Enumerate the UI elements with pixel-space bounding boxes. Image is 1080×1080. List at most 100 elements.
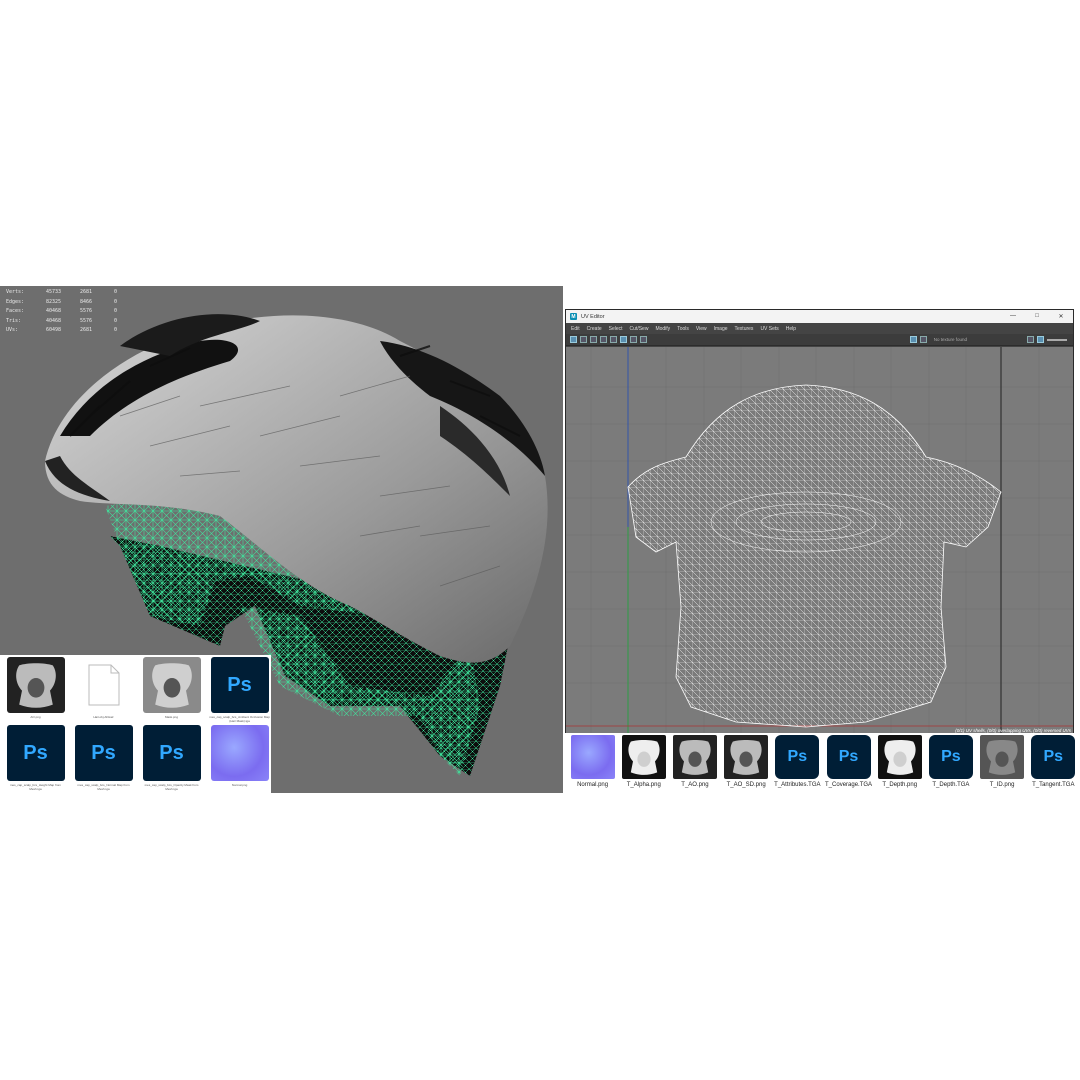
file-thumbnail[interactable]: Ps mes_cap_scalp_bcs_Opacity Mask from Me… (138, 725, 205, 793)
minimize-button[interactable]: — (1001, 313, 1025, 320)
ps-label: Ps (23, 741, 48, 764)
menu-item-tools[interactable]: Tools (677, 326, 689, 332)
photoshop-icon: Ps (210, 657, 269, 713)
file-name: T_Coverage.TGA (825, 782, 873, 788)
exposure-slider[interactable] (1047, 338, 1067, 341)
uv-editor-toolbar: No texture found (566, 334, 1073, 346)
file-thumbnail[interactable]: Ps T_Depth.TGA (925, 733, 976, 793)
uv-grid-icon[interactable] (610, 336, 617, 343)
close-button[interactable]: ✕ (1049, 313, 1073, 320)
ao-map-icon (672, 735, 717, 779)
file-name: Normal.png (231, 783, 248, 787)
uv-editor-titlebar[interactable]: M UV Editor — □ ✕ (566, 310, 1073, 323)
file-name: T_Depth.TGA (932, 782, 970, 788)
file-thumbnail[interactable]: Ps mes_cap_scalp_bcs_Normal Map from Mesh… (70, 725, 137, 793)
menu-item-view[interactable]: View (696, 326, 707, 332)
uv-select-tool-icon[interactable] (570, 336, 577, 343)
menu-item-cutsew[interactable]: Cut/Sew (630, 326, 649, 332)
gamma-icon[interactable] (1037, 336, 1044, 343)
normal-map-icon (210, 725, 269, 781)
file-thumbnail[interactable]: Ps T_Tangent.TGA (1028, 733, 1079, 793)
photoshop-icon: Ps (928, 735, 973, 779)
photoshop-icon: Ps (1031, 735, 1076, 779)
file-name: mes_cap_scalp_bcs_Ambient Occlusion Map … (209, 715, 270, 723)
ps-label: Ps (787, 748, 808, 765)
file-thumbnail[interactable]: Normal.png (567, 733, 618, 793)
uv-checker-icon[interactable] (630, 336, 637, 343)
file-thumbnail[interactable]: Ps mes_cap_scalp_bcs_Ambient Occlusion Ma… (206, 657, 273, 725)
uv-layout (566, 347, 1073, 733)
uv-snapshot-icon[interactable] (640, 336, 647, 343)
ao-map-icon (724, 735, 769, 779)
hud-label: Edges: (6, 298, 25, 305)
file-name: Normal.png (577, 782, 609, 788)
file-thumbnail[interactable]: T_AO.png (669, 733, 720, 793)
alpha-map-icon (877, 735, 922, 779)
menu-item-image[interactable]: Image (714, 326, 728, 332)
uv-component-tool-icon[interactable] (590, 336, 597, 343)
menu-item-textures[interactable]: Textures (735, 326, 754, 332)
file-thumbnail[interactable]: Ps T_Attributes.TGA (772, 733, 823, 793)
uv-shell-tool-icon[interactable] (580, 336, 587, 343)
photoshop-icon: Ps (826, 735, 871, 779)
file-thumbnail[interactable]: T_AO_SD.png (721, 733, 772, 793)
menu-item-edit[interactable]: Edit (571, 326, 580, 332)
file-thumbnail[interactable]: Ps T_Coverage.TGA (823, 733, 874, 793)
hud-value: 0 (114, 317, 118, 324)
hud-label: Faces: (6, 308, 25, 315)
hud-value: 0 (114, 327, 118, 334)
ps-label: Ps (227, 673, 252, 696)
maximize-button[interactable]: □ (1025, 313, 1049, 320)
file-thumbnail[interactable]: T_ID.png (977, 733, 1028, 793)
noise-map-icon (980, 735, 1025, 779)
file-thumbnail[interactable]: T_Alpha.png (618, 733, 669, 793)
file-name: T_ID.png (989, 782, 1015, 788)
hud-value: 2681 (80, 327, 93, 334)
photoshop-icon: Ps (142, 725, 201, 781)
file-thumbnail[interactable]: AO.png (2, 657, 69, 725)
normal-map-icon (570, 735, 615, 779)
hud-value: 40468 (46, 317, 62, 324)
hud-value: 5576 (80, 308, 93, 315)
maya-logo-icon: M (570, 313, 577, 320)
file-name: T_Attributes.TGA (774, 782, 821, 788)
uv-canvas[interactable]: (0/1) UV shells, (0/0) overlapping UVs, … (566, 347, 1073, 733)
blank-file-icon (74, 657, 133, 713)
ao-map-icon (6, 657, 65, 713)
ps-label: Ps (91, 741, 116, 764)
menu-item-uvsets[interactable]: UV Sets (760, 326, 778, 332)
file-name: T_AO_SD.png (726, 782, 766, 788)
alpha-map-icon (621, 735, 666, 779)
hud-value: 8466 (80, 298, 93, 305)
photoshop-icon: Ps (74, 725, 133, 781)
hud-label: Verts: (6, 289, 25, 295)
hud-value: 5576 (80, 317, 93, 324)
menu-item-modify[interactable]: Modify (655, 326, 670, 332)
hud-value: 2681 (80, 289, 93, 295)
file-thumbnail[interactable]: Mask.png (138, 657, 205, 725)
hud-value: 0 (114, 289, 118, 295)
composite-screenshot: Verts: 45733 2681 0 Edges: 82325 8466 0 Faces: 40… (0, 0, 1080, 1080)
file-name: Hair.obj.AFHair (93, 715, 114, 719)
uv-frame-icon[interactable] (600, 336, 607, 343)
menu-item-create[interactable]: Create (587, 326, 602, 332)
file-name: mes_cap_scalp_bcs_Opacity Mask from Mesh… (144, 783, 199, 791)
file-thumbnail[interactable]: Hair.obj.AFHair (70, 657, 137, 725)
poly-count-hud: Verts: 45733 2681 0 Edges: 82325 8466 0 Faces: 40… (6, 288, 124, 336)
hud-value: 82325 (46, 298, 62, 305)
menu-item-select[interactable]: Select (609, 326, 623, 332)
file-thumbnail[interactable]: Ps mes_cap_scalp_bcs_Height Map from Mesh… (2, 725, 69, 793)
checker-map-icon[interactable] (919, 336, 927, 343)
texture-toggle-icon[interactable] (909, 336, 917, 343)
file-thumbnail[interactable]: Normal.png (206, 725, 273, 793)
file-thumbnail[interactable]: T_Depth.png (874, 733, 925, 793)
photoshop-icon: Ps (775, 735, 820, 779)
uv-editor-window[interactable]: M UV Editor — □ ✕ Edit Create Select Cut/Se… (565, 309, 1074, 733)
texture-file-strip-right: Normal.png T_Alpha.png T_AO.png T_AO_SD.png… (563, 733, 1080, 793)
menu-item-help[interactable]: Help (786, 326, 796, 332)
hud-row: Faces: 40468 5576 0 (6, 307, 124, 317)
uv-display-icon[interactable] (620, 336, 627, 343)
exposure-icon[interactable] (1027, 336, 1034, 343)
ps-label: Ps (838, 748, 859, 765)
hud-row: Verts: 45733 2681 0 (6, 288, 124, 298)
